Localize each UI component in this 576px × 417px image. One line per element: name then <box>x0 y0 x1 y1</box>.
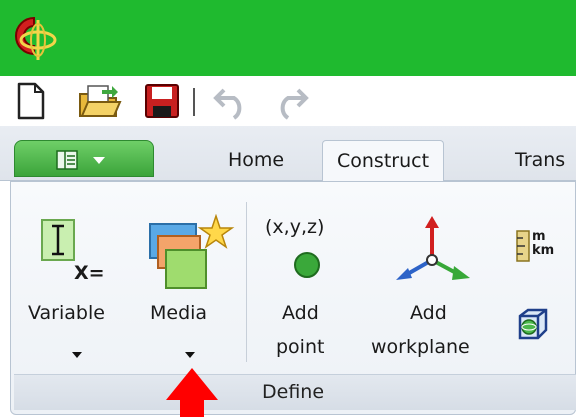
bounding-box-button[interactable] <box>510 302 556 346</box>
add-workplane-label-line2: workplane <box>371 336 470 358</box>
title-bar <box>0 0 576 76</box>
media-button[interactable] <box>138 212 242 368</box>
group-separator <box>246 202 247 362</box>
add-workplane-label-line1: Add <box>410 302 447 324</box>
units-button[interactable]: m km <box>512 224 558 268</box>
open-file-icon[interactable] <box>78 82 122 120</box>
file-menu-button[interactable] <box>14 140 154 177</box>
new-file-icon[interactable] <box>16 82 46 120</box>
units-meter-text: m <box>532 229 546 244</box>
tab-construct[interactable]: Construct <box>322 140 445 181</box>
variable-button[interactable] <box>22 212 128 368</box>
application-menu-icon <box>56 150 105 170</box>
define-group-label: Define <box>262 381 325 403</box>
undo-icon[interactable] <box>212 82 252 120</box>
toolbar-separator <box>193 88 195 116</box>
annotation-arrow-icon <box>166 368 218 417</box>
tab-transform[interactable]: Trans <box>515 140 565 181</box>
add-point-label-line2: point <box>276 336 325 358</box>
bounding-box-icon <box>518 308 548 340</box>
media-label: Media <box>150 302 208 324</box>
media-dropdown-arrow[interactable] <box>185 352 195 358</box>
app-logo-icon[interactable] <box>4 6 66 68</box>
redo-icon[interactable] <box>270 82 310 120</box>
variable-label: Variable <box>28 302 105 324</box>
save-icon[interactable] <box>143 82 181 120</box>
units-icon <box>516 230 530 262</box>
add-point-label-line1: Add <box>282 302 319 324</box>
tab-home[interactable]: Home <box>228 140 284 181</box>
variable-dropdown-arrow[interactable] <box>72 352 82 358</box>
units-km-text: km <box>532 243 555 258</box>
